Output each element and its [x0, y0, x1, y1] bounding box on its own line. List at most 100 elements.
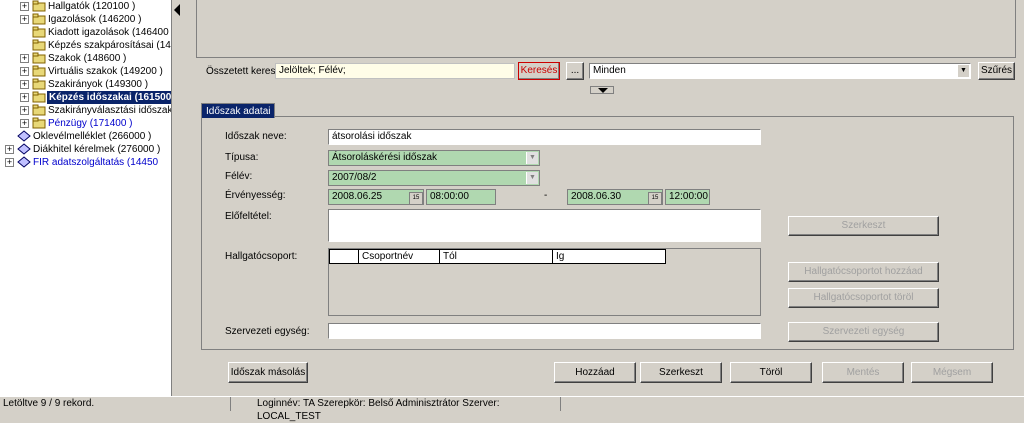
tree-item-szakok[interactable]: + Szakok (148600 )	[0, 52, 171, 65]
name-label: Időszak neve:	[225, 131, 287, 142]
prereq-field[interactable]	[328, 209, 761, 242]
record-count-status: Letöltve 9 / 9 rekord.	[3, 398, 95, 409]
copy-period-button[interactable]: Időszak másolás	[228, 362, 308, 383]
diamond-icon	[17, 156, 31, 168]
tree-item-label: Virtuális szakok (149200 )	[48, 66, 163, 77]
folder-icon	[32, 91, 46, 103]
filter-select-value: Minden	[593, 65, 626, 76]
calendar-icon[interactable]: 15	[648, 192, 662, 205]
navigation-tree[interactable]: + Hallgatók (120100 ) + Igazolások (1462…	[0, 0, 172, 396]
ellipsis-button[interactable]: ...	[566, 62, 584, 80]
folder-icon	[32, 65, 46, 77]
expand-icon[interactable]: +	[5, 158, 14, 167]
folder-icon	[32, 26, 46, 38]
expand-icon[interactable]: +	[20, 54, 29, 63]
calendar-icon[interactable]: 15	[409, 192, 423, 205]
tree-item-label-selected: Képzés időszakai (161500	[47, 91, 172, 104]
search-input[interactable]: Jelöltek; Félév;	[275, 63, 515, 79]
folder-icon	[32, 0, 46, 12]
folder-icon	[32, 78, 46, 90]
date-range-separator: -	[544, 190, 548, 201]
status-bar: Letöltve 9 / 9 rekord. Loginnév: TA Szer…	[0, 396, 1024, 422]
semester-select[interactable]: 2007/08/2 ▼	[328, 170, 540, 186]
type-label: Típusa:	[225, 152, 259, 163]
prereq-edit-button[interactable]: Szerkeszt	[788, 216, 939, 236]
grid-header-to[interactable]: Ig	[552, 249, 666, 264]
search-button[interactable]: Keresés	[518, 62, 560, 80]
folder-icon	[32, 39, 46, 51]
grid-header-selector	[329, 249, 359, 264]
delete-button[interactable]: Töröl	[730, 362, 812, 383]
validity-label: Érvényesség:	[225, 190, 286, 201]
chevron-down-icon[interactable]: ▼	[526, 172, 538, 184]
expand-icon[interactable]: +	[20, 93, 29, 102]
add-button[interactable]: Hozzáad	[554, 362, 636, 383]
from-date-field[interactable]: 2008.06.25 15	[328, 189, 424, 205]
tree-item-label: Szakirányok (149300 )	[48, 79, 149, 90]
type-select[interactable]: Átsoroláskérési időszak ▼	[328, 150, 540, 166]
tree-item-diakhitel-kerelmek[interactable]: + Diákhitel kérelmek (276000 )	[0, 143, 171, 156]
expand-icon[interactable]: +	[20, 119, 29, 128]
prereq-label: Előfeltétel:	[225, 211, 272, 222]
filter-select[interactable]: Minden ▼	[589, 63, 971, 79]
name-field[interactable]: átsorolási időszak	[328, 129, 761, 145]
tree-item-label: Pénzügy (171400 )	[48, 118, 133, 129]
cancel-button[interactable]: Mégsem	[911, 362, 993, 383]
tree-item-kepzes-idoszakai[interactable]: + Képzés időszakai (161500	[0, 91, 172, 104]
expand-icon[interactable]: +	[20, 106, 29, 115]
results-list-pane[interactable]	[196, 0, 1016, 58]
remove-group-button[interactable]: Hallgatócsoportot töröl	[788, 288, 939, 308]
tree-item-igazolasok[interactable]: + Igazolások (146200 )	[0, 13, 171, 26]
expand-icon[interactable]: +	[20, 15, 29, 24]
tree-item-label: Diákhitel kérelmek (276000 )	[33, 144, 161, 155]
expand-icon[interactable]: +	[20, 80, 29, 89]
grid-header-group-name[interactable]: Csoportnév	[358, 249, 440, 264]
chevron-down-icon[interactable]: ▼	[526, 152, 538, 164]
tree-item-szakiranyok[interactable]: + Szakirányok (149300 )	[0, 78, 171, 91]
expand-icon[interactable]: +	[20, 67, 29, 76]
folder-icon	[32, 104, 46, 116]
filter-button[interactable]: Szűrés	[978, 62, 1015, 80]
expand-icon[interactable]: +	[5, 145, 14, 154]
to-date-field[interactable]: 2008.06.30 15	[567, 189, 663, 205]
group-grid[interactable]: Csoportnév Tól Ig	[328, 248, 761, 316]
tree-item-fir-adatszolgaltatas[interactable]: + FIR adatszolgáltatás (14450	[0, 156, 171, 169]
edit-button[interactable]: Szerkeszt	[640, 362, 722, 383]
tree-item-label: Szakok (148600 )	[48, 53, 127, 64]
org-unit-button[interactable]: Szervezeti egység	[788, 322, 939, 342]
tree-item-label: Szakirányválasztási időszakok (	[48, 105, 172, 116]
save-button[interactable]: Mentés	[822, 362, 904, 383]
tree-item-virtualis-szakok[interactable]: + Virtuális szakok (149200 )	[0, 65, 171, 78]
tree-item-kiadott-igazolasok[interactable]: Kiadott igazolások (146400 )	[0, 26, 171, 39]
semester-label: Félév:	[225, 171, 253, 182]
tab-period-details[interactable]: Időszak adatai	[201, 103, 275, 118]
tree-item-szakiranyvalasztasi-idoszakok[interactable]: + Szakirányválasztási időszakok (	[0, 104, 172, 117]
from-time-field[interactable]: 08:00:00	[426, 189, 496, 205]
expand-icon[interactable]: +	[20, 2, 29, 11]
tree-item-penzugy[interactable]: + Pénzügy (171400 )	[0, 117, 171, 130]
group-label: Hallgatócsoport:	[225, 251, 298, 262]
pane-splitter[interactable]	[172, 0, 180, 396]
to-time-field[interactable]: 12:00:00	[665, 189, 710, 205]
session-status: Loginnév: TA Szerepkör: Belső Adminisztr…	[230, 397, 560, 422]
add-group-button[interactable]: Hallgatócsoportot hozzáad	[788, 262, 939, 282]
tree-item-oklevelmelleklet[interactable]: Oklevélmelléklet (266000 )	[0, 130, 171, 143]
arrow-down-icon	[598, 88, 608, 93]
from-date-value: 2008.06.25	[332, 191, 383, 202]
grid-header-from[interactable]: Tól	[439, 249, 553, 264]
diamond-icon	[17, 143, 31, 155]
org-label: Szervezeti egység:	[225, 326, 310, 337]
folder-icon	[32, 117, 46, 129]
tree-item-hallgatok[interactable]: + Hallgatók (120100 )	[0, 0, 171, 13]
to-date-value: 2008.06.30	[571, 191, 622, 202]
chevron-down-icon[interactable]: ▼	[957, 65, 969, 77]
status-extra	[560, 397, 1024, 411]
org-field[interactable]	[328, 323, 761, 339]
collapse-handle[interactable]	[590, 86, 614, 94]
tree-item-kepzes-szakparositasai[interactable]: Képzés szakpárosításai (147100	[0, 39, 171, 52]
tree-item-label: FIR adatszolgáltatás (14450	[33, 157, 159, 168]
type-select-value: Átsoroláskérési időszak	[332, 152, 438, 163]
collapse-left-icon[interactable]	[174, 4, 180, 16]
diamond-icon	[17, 130, 31, 142]
tree-item-label: Igazolások (146200 )	[48, 14, 142, 25]
